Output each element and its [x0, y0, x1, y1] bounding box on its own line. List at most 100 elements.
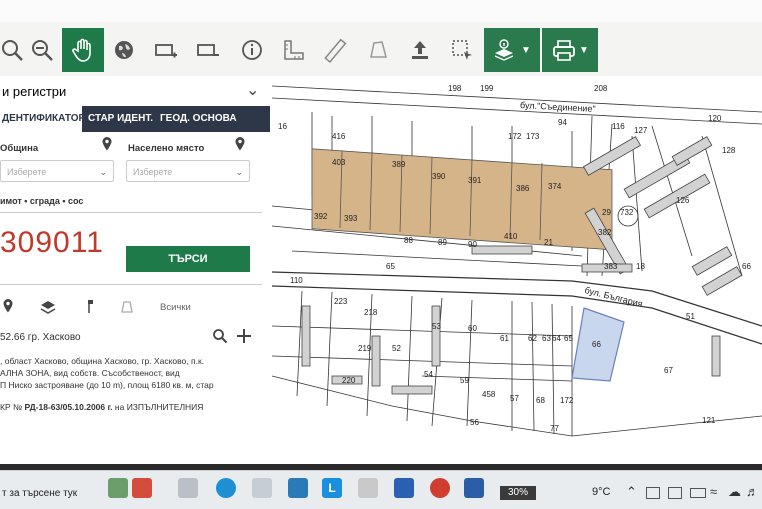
filter-all-link[interactable]: Всички — [160, 302, 191, 313]
volume-icon[interactable]: ♬ — [746, 484, 759, 499]
info-icon — [242, 40, 262, 60]
chevron-down-icon: ⌄ — [99, 167, 107, 177]
chevron-up-icon[interactable]: ⌃ — [626, 484, 637, 500]
screen-icon[interactable] — [668, 487, 682, 499]
parcel-number: 64 — [552, 334, 561, 343]
parcel-number: 29 — [602, 208, 611, 217]
parcel-number: 66 — [592, 340, 601, 349]
parcel-number: 173 — [526, 132, 540, 141]
parcel-number: 128 — [722, 146, 736, 155]
gift-icon[interactable] — [132, 478, 152, 498]
temperature[interactable]: 9°C — [592, 486, 610, 498]
measure-line-button[interactable] — [316, 28, 356, 72]
mail-icon[interactable] — [288, 478, 308, 498]
network-icon[interactable]: ≈ — [710, 484, 717, 499]
search-icon[interactable] — [212, 328, 228, 344]
layers-icon[interactable] — [40, 300, 56, 314]
info-button[interactable] — [232, 28, 272, 72]
cadastral-map[interactable]: бул."Съединение" бул. България 198 199 208… — [272, 76, 762, 464]
polygon-area-button[interactable] — [358, 28, 398, 72]
parcel-number: 386 — [516, 184, 530, 193]
search-button[interactable]: ТЪРСИ — [126, 246, 250, 272]
building-marker-icon[interactable] — [84, 298, 96, 314]
search-panel: и регистри ⌄ ДЕНТИФИКАТОР СТАР ИДЕНТ. ГЕ… — [0, 76, 273, 464]
parcel-number: 391 — [468, 176, 482, 185]
result-line: АЛНА ЗОНА, вид собств. Съсобственост, ви… — [0, 368, 180, 378]
chevron-down-icon: ⌄ — [246, 82, 260, 99]
word-doc-icon[interactable] — [464, 478, 484, 498]
municipality-label: Община — [0, 143, 39, 154]
chevron-down-icon: ⌄ — [235, 167, 243, 177]
parcel-number: 65 — [386, 262, 395, 271]
result-order-number: РД-18-63/05.10.2006 г. — [24, 402, 113, 412]
result-order-suffix: на ИЗПЪЛНИТЕЛНИЯ — [112, 402, 204, 412]
store-icon[interactable] — [252, 478, 272, 498]
top-strip — [0, 0, 762, 22]
parcel-number: 392 — [314, 212, 328, 221]
remove-layer-button[interactable] — [188, 28, 228, 72]
municipality-select[interactable]: Изберете ⌄ — [0, 160, 114, 182]
edge-icon[interactable] — [216, 478, 236, 498]
select-area-button[interactable] — [442, 28, 482, 72]
parcel-number: 403 — [332, 158, 346, 167]
print-icon — [553, 40, 575, 61]
parcel-number: 68 — [536, 396, 545, 405]
measure-ruler-icon — [284, 40, 304, 60]
weather-widget-icon[interactable] — [108, 478, 128, 498]
parcel-number: 54 — [424, 370, 433, 379]
print-button[interactable]: ▼ — [542, 28, 598, 72]
map-pin-icon — [102, 137, 112, 151]
add-layer-button[interactable] — [146, 28, 186, 72]
parcel-number: 61 — [500, 334, 509, 343]
l-app-icon[interactable]: L — [322, 478, 342, 498]
register-select[interactable]: и регистри ⌄ — [0, 76, 270, 107]
upload-icon — [412, 41, 428, 59]
identifier-input[interactable]: 309011 — [0, 226, 120, 264]
cloud-icon[interactable]: ☁ — [728, 484, 741, 500]
plus-icon[interactable] — [236, 328, 252, 344]
pan-button[interactable] — [62, 28, 104, 72]
tab-identifier[interactable]: ДЕНТИФИКАТОР — [0, 106, 85, 132]
parcel-number: 208 — [594, 84, 608, 93]
display-icon[interactable] — [646, 487, 660, 499]
parcel-number: 410 — [504, 232, 518, 241]
task-view-icon[interactable] — [178, 478, 198, 498]
polygon-icon[interactable] — [120, 300, 134, 314]
parcel-number: 90 — [468, 240, 477, 249]
app-icon[interactable] — [358, 478, 378, 498]
parcel-number: 732 — [620, 208, 634, 217]
measure-ruler-button[interactable] — [274, 28, 314, 72]
parcel-number: 67 — [664, 366, 673, 375]
parcel-number: 52 — [392, 344, 401, 353]
result-line: П Ниско застрояване (до 10 m), площ 6180… — [0, 380, 214, 390]
object-types-label: имот • сграда • сос — [0, 196, 84, 206]
battery-indicator[interactable]: 30% — [500, 486, 536, 500]
parcel-number: 383 — [604, 262, 618, 271]
tab-geodetic-base[interactable]: ГЕОД. ОСНОВА — [160, 106, 237, 132]
remove-layer-icon — [197, 44, 219, 56]
parcel-number: 51 — [686, 312, 695, 321]
parcel-number: 63 — [542, 334, 551, 343]
settlement-select[interactable]: Изберете ⌄ — [126, 160, 250, 182]
parcel-number: 374 — [548, 182, 562, 191]
globe-button[interactable] — [104, 28, 144, 72]
parcel-number: 127 — [634, 126, 648, 135]
parcel-number: 57 — [510, 394, 519, 403]
parcel-number: 21 — [544, 238, 553, 247]
parcel-number: 53 — [432, 322, 441, 331]
map-pin-icon[interactable] — [2, 298, 14, 314]
taskbar-search[interactable]: т за търсене тук — [2, 488, 77, 499]
battery-icon[interactable] — [690, 488, 706, 498]
measure-line-icon — [324, 38, 347, 63]
layers-info-button[interactable]: ▼ — [484, 28, 540, 72]
parcel-number: 223 — [334, 297, 348, 306]
tab-old-identifier[interactable]: СТАР ИДЕНТ. — [88, 106, 153, 132]
parcel-number: 199 — [480, 84, 494, 93]
upload-button[interactable] — [400, 28, 440, 72]
parcel-number: 88 — [404, 236, 413, 245]
parcel-number: 198 — [448, 84, 462, 93]
word-icon[interactable] — [394, 478, 414, 498]
zoom-out-button[interactable] — [22, 28, 62, 72]
chrome-icon[interactable] — [430, 478, 450, 498]
search-tabs: ДЕНТИФИКАТОР СТАР ИДЕНТ. ГЕОД. ОСНОВА — [0, 106, 270, 132]
